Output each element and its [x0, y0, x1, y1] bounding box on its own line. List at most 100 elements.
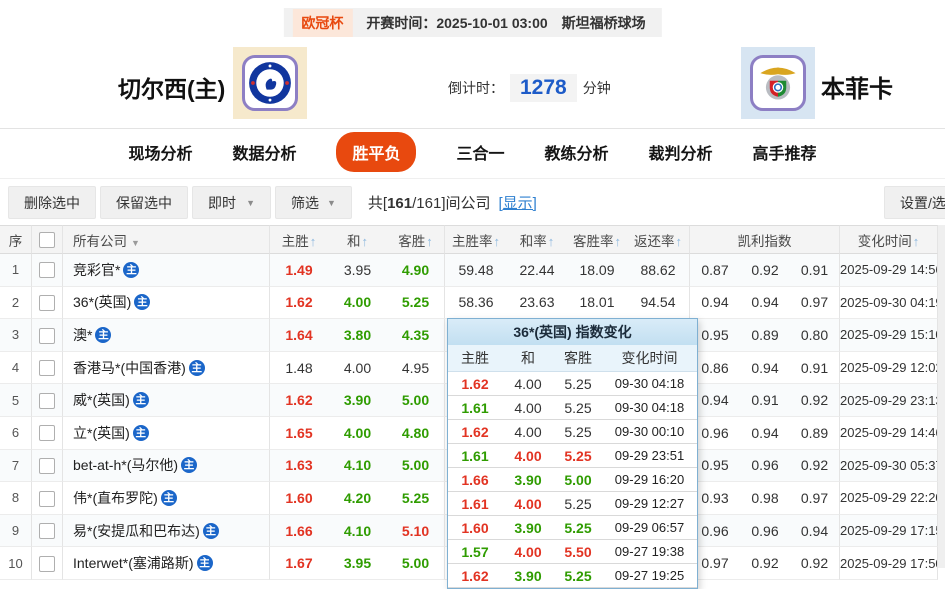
draw-odds: 3.95: [328, 547, 387, 580]
settings-select-button[interactable]: 设置/选择: [884, 186, 945, 219]
row-seq: 3: [0, 319, 32, 352]
company-cell[interactable]: 威*(英国) 主: [63, 384, 270, 417]
tab-live-analysis[interactable]: 现场分析: [128, 140, 192, 164]
tab-referee-analysis[interactable]: 裁判分析: [649, 140, 713, 164]
tab-win-draw-lose[interactable]: 胜平负: [336, 132, 417, 172]
kelly-draw: 0.94: [740, 352, 790, 385]
popup-history-row: 1.62 4.00 5.25 09-30 00:10: [448, 420, 697, 444]
row-checkbox[interactable]: [39, 523, 55, 540]
col-seq: 序: [0, 225, 32, 254]
popup-away-odds: 5.25: [564, 519, 592, 536]
away-odds: 4.80: [387, 416, 445, 450]
company-name: 易*(安提瓜和巴布达): [73, 522, 200, 539]
company-cell[interactable]: 36*(英国) 主: [63, 286, 270, 320]
venue: 斯坦福桥球场: [561, 14, 646, 31]
col-change-time[interactable]: 变化时间↑: [840, 225, 939, 254]
draw-odds: 3.80: [328, 319, 387, 352]
home-odds: 1.63: [270, 449, 328, 483]
sort-up-icon: ↑: [912, 233, 920, 249]
company-cell[interactable]: Interwet*(塞浦路斯) 主: [63, 547, 270, 580]
draw-odds: 4.00: [328, 417, 387, 450]
row-checkbox-cell: [32, 254, 63, 287]
select-all-checkbox[interactable]: [39, 231, 55, 248]
company-cell[interactable]: 伟*(直布罗陀) 主: [63, 482, 270, 515]
change-time: 2025-09-29 17:15: [840, 514, 939, 548]
delete-selected-button[interactable]: 删除选中: [8, 186, 96, 219]
row-checkbox[interactable]: [39, 327, 55, 344]
company-cell[interactable]: 立*(英国) 主: [63, 416, 270, 450]
row-checkbox[interactable]: [39, 392, 55, 409]
home-rate: 59.48: [445, 254, 507, 287]
change-time: 2025-09-30 05:37: [840, 449, 939, 483]
sort-up-icon: ↑: [361, 233, 369, 249]
company-cell[interactable]: 易*(安提瓜和巴布达) 主: [63, 514, 270, 548]
away-odds: 5.00: [387, 449, 445, 483]
draw-odds: 4.10: [328, 514, 387, 548]
company-cell[interactable]: bet-at-h*(马尔他) 主: [63, 449, 270, 483]
col-away-rate[interactable]: 客胜率↑: [567, 225, 627, 254]
popup-change-time: 09-30 00:10: [614, 424, 685, 439]
company-name: 伟*(直布罗陀): [73, 489, 158, 506]
benfica-crest-icon: [750, 55, 806, 111]
filter-dropdown[interactable]: 筛选 ▼: [275, 186, 352, 219]
row-seq: 10: [0, 547, 32, 580]
row-checkbox[interactable]: [39, 458, 55, 474]
kelly-draw: 0.94: [740, 287, 790, 320]
row-checkbox[interactable]: [39, 262, 55, 279]
popup-home-odds: 1.62: [461, 423, 489, 440]
tab-three-in-one[interactable]: 三合一: [456, 140, 504, 164]
col-return-rate[interactable]: 返还率↑: [627, 225, 690, 254]
popup-home-odds: 1.61: [461, 447, 489, 464]
sort-up-icon: ↑: [426, 233, 433, 249]
kelly-away: 0.97: [790, 482, 841, 515]
row-checkbox[interactable]: [39, 490, 55, 507]
row-checkbox[interactable]: [39, 425, 55, 442]
popup-change-time: 09-29 16:20: [614, 472, 685, 487]
col-company[interactable]: 所有公司 ▼: [63, 225, 270, 254]
popup-draw-odds: 4.00: [514, 447, 542, 464]
company-cell[interactable]: 香港马*(中国香港) 主: [63, 351, 270, 385]
tab-expert-picks[interactable]: 高手推荐: [753, 140, 817, 164]
live-odds-dropdown[interactable]: 即时 ▼: [192, 186, 271, 219]
away-odds: 5.25: [387, 482, 445, 515]
company-name: 澳*: [73, 326, 93, 343]
change-time: 2025-09-29 15:10: [840, 319, 939, 352]
scrollbar-track[interactable]: [938, 225, 945, 568]
company-cell[interactable]: 澳* 主: [63, 319, 270, 352]
popup-away-odds: 5.25: [564, 399, 592, 416]
popup-draw-odds: 4.00: [514, 495, 542, 512]
return-rate: 94.54: [627, 286, 690, 320]
col-draw-odds[interactable]: 和↑: [328, 225, 387, 254]
popup-history-row: 1.60 3.90 5.25 09-29 06:57: [448, 516, 697, 540]
popup-history-row: 1.66 3.90 5.00 09-29 16:20: [448, 468, 697, 492]
tab-data-analysis[interactable]: 数据分析: [232, 140, 296, 164]
col-draw-rate[interactable]: 和率↑: [507, 225, 567, 254]
company-name: 威*(英国): [73, 392, 130, 409]
row-checkbox[interactable]: [39, 295, 55, 312]
row-checkbox[interactable]: [39, 360, 55, 377]
col-home-rate[interactable]: 主胜率↑: [445, 225, 507, 254]
popup-away-odds: 5.00: [564, 471, 592, 488]
popup-change-time: 09-27 19:38: [614, 544, 685, 559]
kelly-away: 0.92: [790, 449, 841, 483]
tab-coach-analysis[interactable]: 教练分析: [545, 140, 609, 164]
show-link[interactable]: [显示]: [499, 192, 537, 213]
kelly-draw: 0.96: [740, 449, 790, 483]
col-home-odds[interactable]: 主胜↑: [270, 225, 328, 254]
company-cell[interactable]: 竞彩官* 主: [63, 254, 270, 287]
row-seq: 5: [0, 384, 32, 417]
away-team-name: 本菲卡: [821, 76, 893, 103]
home-badge-icon: 主: [202, 522, 219, 539]
popup-draw-odds: 3.90: [514, 567, 542, 584]
row-checkbox[interactable]: [39, 555, 55, 572]
col-away-odds[interactable]: 客胜↑: [387, 225, 445, 254]
popup-col-draw: 和: [521, 350, 535, 366]
kelly-away: 0.91: [790, 351, 841, 385]
home-odds: 1.60: [270, 482, 328, 515]
select-all-cell: [32, 225, 63, 254]
sort-up-icon: ↑: [675, 233, 683, 249]
draw-rate: 22.44: [507, 254, 567, 287]
home-odds: 1.64: [270, 319, 328, 352]
popup-home-odds: 1.66: [461, 471, 489, 488]
keep-selected-button[interactable]: 保留选中: [100, 186, 188, 219]
